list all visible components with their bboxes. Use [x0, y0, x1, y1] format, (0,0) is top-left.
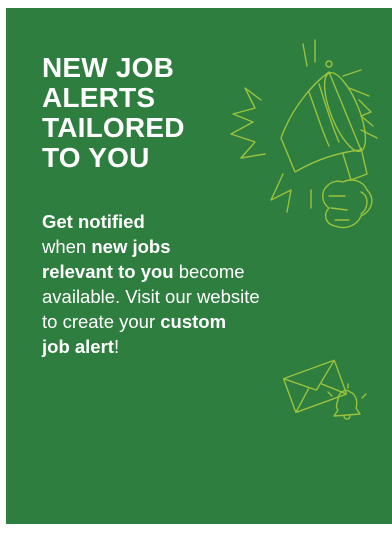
body-line: to create your custom	[42, 309, 342, 334]
plain-text: to create your	[42, 311, 161, 332]
megaphone-icon	[230, 39, 378, 229]
job-alert-card: NEW JOB ALERTS TAILORED TO YOU Get notif…	[6, 8, 392, 524]
emphasis-text: new jobs	[91, 236, 171, 257]
body-line: when new jobs	[42, 234, 342, 259]
plain-text: !	[113, 336, 120, 357]
emphasis-text: Get notified	[42, 211, 145, 232]
plain-text: become	[173, 261, 245, 282]
envelope-icon	[282, 359, 367, 420]
body-line: available. Visit our website	[42, 286, 260, 307]
emphasis-text: custom	[160, 311, 227, 332]
emphasis-text: relevant to you	[42, 261, 174, 282]
plain-text: when	[42, 236, 92, 257]
emphasis-text: job alert	[42, 336, 114, 357]
body-line: relevant to you become	[42, 259, 342, 284]
